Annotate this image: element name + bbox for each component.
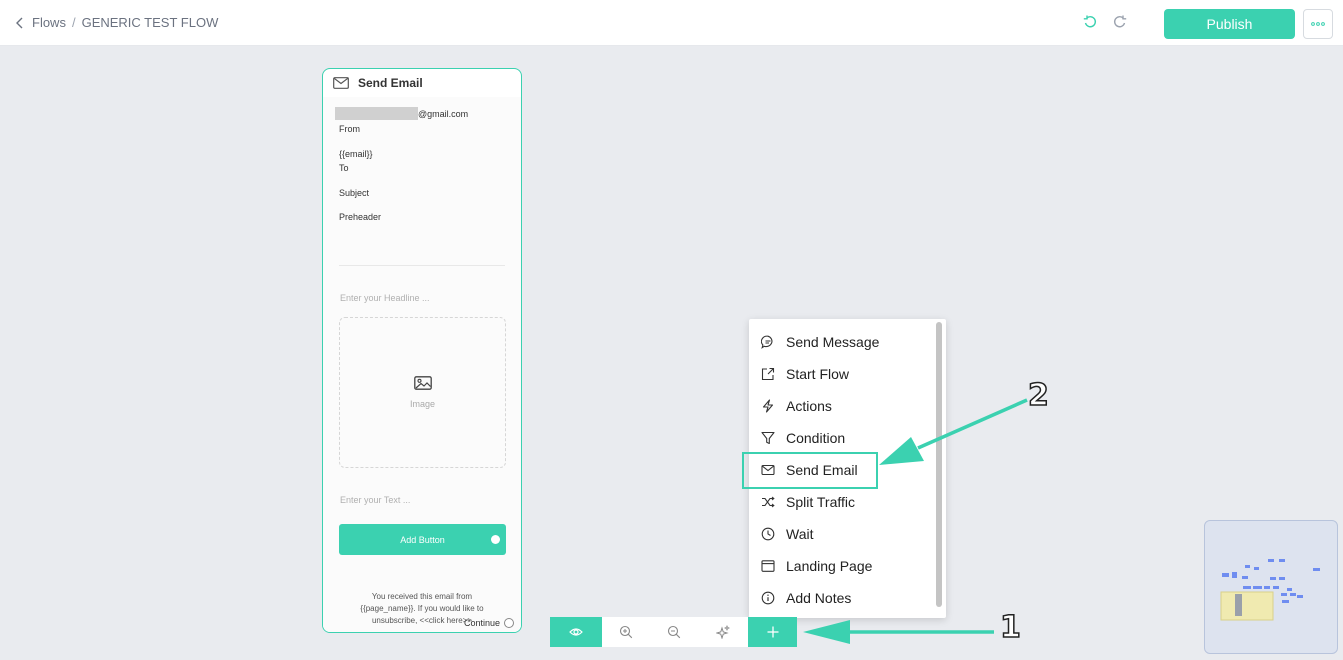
- info-icon: [761, 591, 775, 605]
- button-connector-dot[interactable]: [491, 535, 500, 544]
- redacted-block: [335, 107, 418, 120]
- add-node-button[interactable]: [748, 617, 797, 647]
- more-dots-icon: [1311, 22, 1325, 26]
- image-label: Image: [409, 399, 435, 409]
- filter-icon: [761, 431, 775, 445]
- text-placeholder[interactable]: Enter your Text ...: [340, 495, 410, 505]
- menu-item-label: Condition: [786, 430, 846, 446]
- annotation-arrows: [803, 398, 1028, 644]
- add-button-label: Add Button: [400, 534, 445, 545]
- zoom-in-icon: [619, 625, 633, 639]
- menu-item-label: Landing Page: [786, 558, 873, 574]
- breadcrumb-flows-link[interactable]: Flows: [32, 15, 66, 30]
- menu-item-wait[interactable]: Wait: [761, 522, 813, 546]
- message-icon: [761, 335, 773, 349]
- image-icon: [414, 376, 432, 390]
- menu-item-add-notes[interactable]: Add Notes: [761, 586, 851, 610]
- minimap[interactable]: [1204, 520, 1338, 654]
- menu-item-landing-page[interactable]: Landing Page: [761, 554, 872, 578]
- node-header: Send Email: [323, 69, 521, 97]
- lightning-icon: [762, 399, 774, 413]
- menu-item-label: Actions: [786, 398, 832, 414]
- subject-label: Subject: [339, 188, 370, 198]
- step-2-label: 2: [1027, 377, 1049, 414]
- menu-item-start-flow[interactable]: Start Flow: [761, 362, 849, 386]
- plus-icon: [767, 626, 778, 638]
- menu-item-label: Start Flow: [786, 366, 850, 382]
- zoom-in-button[interactable]: [602, 617, 650, 647]
- zoom-out-button[interactable]: [650, 617, 698, 647]
- menu-item-label: Send Message: [786, 334, 880, 350]
- highlight-box: [742, 452, 878, 489]
- redo-icon[interactable]: [1113, 15, 1127, 29]
- chevron-left-icon[interactable]: [14, 16, 26, 30]
- continue-handle[interactable]: [504, 618, 514, 628]
- menu-item-label: Split Traffic: [786, 494, 855, 510]
- top-bar: Flows / GENERIC TEST FLOW Publish: [0, 0, 1343, 46]
- node-title: Send Email: [358, 76, 423, 90]
- menu-item-send-message[interactable]: Send Message: [761, 330, 879, 354]
- browser-icon: [761, 560, 775, 572]
- mail-icon: [333, 77, 349, 89]
- breadcrumb: Flows / GENERIC TEST FLOW: [14, 15, 218, 30]
- flow-name: GENERIC TEST FLOW: [81, 15, 219, 30]
- menu-scrollbar[interactable]: [936, 322, 942, 607]
- undo-icon[interactable]: [1083, 15, 1097, 29]
- minimap-nodes: [1220, 559, 1320, 621]
- history-controls: [1083, 15, 1127, 29]
- clock-icon: [761, 527, 775, 541]
- image-dropzone[interactable]: Image: [339, 317, 506, 468]
- zoom-out-icon: [667, 625, 681, 639]
- add-button[interactable]: Add Button: [339, 524, 506, 555]
- email-preview: @gmail.com From {{email}} To Subject Pre…: [323, 97, 521, 632]
- menu-item-condition[interactable]: Condition: [761, 426, 845, 450]
- menu-item-actions[interactable]: Actions: [761, 394, 832, 418]
- shuffle-icon: [762, 496, 775, 508]
- more-options-button[interactable]: [1303, 9, 1333, 39]
- fit-view-icon: [716, 625, 730, 639]
- step-1-label: 1: [999, 609, 1021, 646]
- menu-item-split-traffic[interactable]: Split Traffic: [761, 490, 855, 514]
- continue-connector[interactable]: Continue: [464, 618, 514, 628]
- send-email-node[interactable]: Send Email @gmail.com From {{email}} To …: [322, 68, 522, 633]
- continue-label: Continue: [463, 618, 500, 628]
- divider: [339, 265, 505, 266]
- eye-icon: [569, 628, 583, 636]
- fit-view-button[interactable]: [698, 617, 748, 647]
- from-label: From: [339, 124, 360, 134]
- preview-button[interactable]: [550, 617, 602, 647]
- menu-item-label: Wait: [786, 526, 814, 542]
- publish-button[interactable]: Publish: [1164, 9, 1295, 39]
- external-link-icon: [761, 367, 775, 381]
- headline-placeholder[interactable]: Enter your Headline ...: [340, 293, 430, 303]
- menu-item-label: Add Notes: [786, 590, 852, 606]
- from-address-domain: @gmail.com: [418, 108, 469, 119]
- from-address: @gmail.com: [335, 107, 468, 120]
- breadcrumb-separator: /: [71, 15, 76, 30]
- to-label: To: [339, 163, 349, 173]
- to-value: {{email}}: [339, 149, 373, 159]
- canvas-toolbar: [550, 617, 797, 647]
- preheader-label: Preheader: [339, 212, 382, 222]
